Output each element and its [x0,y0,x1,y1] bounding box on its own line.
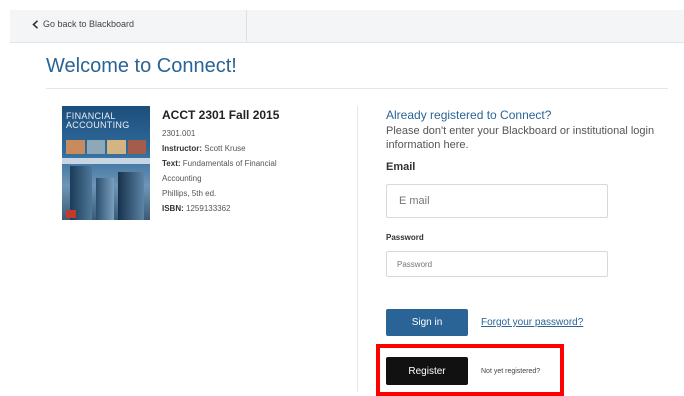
chevron-left-icon [32,19,39,29]
forgot-password-link[interactable]: Forgot your password? [481,317,583,328]
course-isbn: ISBN: 1259133362 [162,201,342,216]
header-divider [46,88,668,89]
password-label: Password [386,233,424,242]
isbn-value: 1259133362 [186,204,231,213]
sign-in-button[interactable]: Sign in [386,309,468,336]
column-divider [357,106,358,392]
instructor-value: Scott Kruse [204,144,246,153]
back-link-label: Go back to Blackboard [43,19,135,29]
cover-photos [66,140,146,154]
text-label: Text: [162,159,181,168]
text-value: Fundamentals of Financial [182,159,277,168]
password-field[interactable] [386,251,608,277]
login-note: Please don't enter your Blackboard or in… [386,125,655,151]
topbar-divider [246,10,247,42]
cover-building [118,172,144,220]
course-edition: Phillips, 5th ed. [162,189,217,198]
cover-band [62,158,150,164]
course-title: ACCT 2301 Fall 2015 [162,108,280,122]
course-text: Text: Fundamentals of Financial [162,156,342,171]
cover-title: FINANCIAL ACCOUNTING [66,112,130,130]
publisher-logo [66,210,76,218]
textbook-cover: FINANCIAL ACCOUNTING [62,106,150,220]
back-to-blackboard-link[interactable]: Go back to Blackboard [32,19,134,29]
email-field[interactable] [386,184,608,218]
course-text-cont: Accounting [162,174,202,183]
instructor-label: Instructor: [162,144,202,153]
email-label: Email [386,161,416,173]
cover-title-line2: ACCOUNTING [66,120,130,130]
cover-building [96,178,114,220]
register-button[interactable]: Register [386,357,468,385]
top-bar: Go back to Blackboard [10,10,684,43]
course-info: ACCT 2301 Fall 2015 2301.001 Instructor:… [162,108,342,216]
page-title: Welcome to Connect! [46,55,237,77]
course-section: 2301.001 [162,129,196,138]
not-registered-text: Not yet registered? [481,368,541,375]
course-instructor: Instructor: Scott Kruse [162,141,342,156]
isbn-label: ISBN: [162,204,184,213]
login-heading: Already registered to Connect? [386,108,552,122]
